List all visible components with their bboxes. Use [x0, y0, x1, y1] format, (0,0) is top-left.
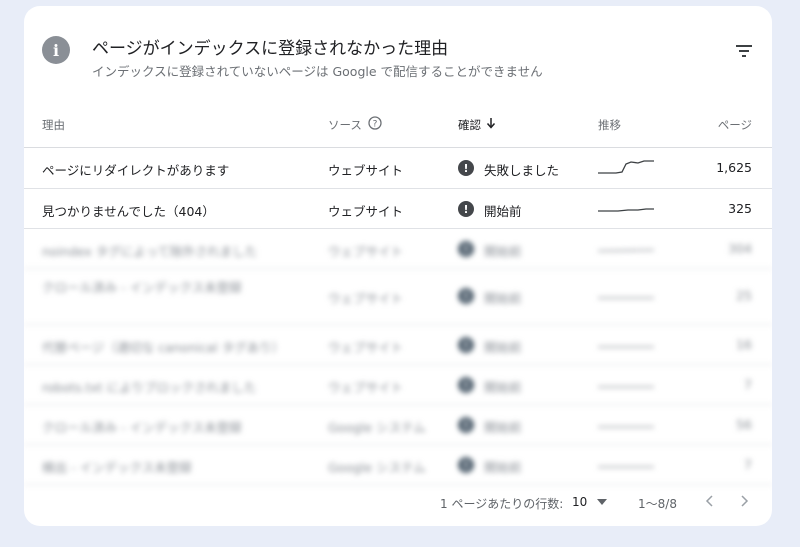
row-pages: 7 — [744, 457, 752, 472]
row-pages: 325 — [728, 201, 752, 216]
trend-sparkline — [598, 160, 654, 174]
row-reason: クロール済み - インデックス未登録 — [42, 280, 242, 295]
row-source: ウェブサイト — [328, 291, 404, 306]
row-source: ウェブサイト — [328, 340, 404, 355]
table-row[interactable]: クロール済み - インデックス未登録 ウェブサイト ! 開始前 25 — [24, 269, 772, 325]
chevron-left-icon[interactable] — [704, 494, 716, 508]
trend-sparkline — [598, 346, 654, 348]
trend-sparkline — [598, 249, 654, 252]
card-title: ページがインデックスに登録されなかった理由 — [92, 39, 449, 59]
row-pages: 7 — [744, 377, 752, 392]
row-pages: 25 — [736, 288, 752, 303]
error-icon: ! — [458, 457, 474, 473]
row-status: 失敗しました — [484, 163, 560, 178]
row-pages: 16 — [736, 337, 752, 352]
row-status: 開始前 — [484, 460, 522, 475]
row-status: 開始前 — [484, 244, 522, 259]
column-reason[interactable]: 理由 — [42, 117, 65, 133]
row-reason: noindex タグによって除外されました — [42, 244, 258, 259]
error-icon: ! — [458, 417, 474, 433]
row-status: 開始前 — [484, 420, 522, 435]
table-row[interactable]: 代替ページ（適切な canonical タグあり） ウェブサイト ! 開始前 1… — [24, 325, 772, 365]
not-indexed-reasons-card: i ページがインデックスに登録されなかった理由 インデックスに登録されていないペ… — [24, 6, 772, 526]
table-header: 理由 ソース ? 確認 推移 ページ — [24, 98, 772, 148]
filter-icon[interactable] — [736, 44, 752, 58]
error-icon: ! — [458, 337, 474, 353]
row-source: ウェブサイト — [328, 204, 404, 219]
trend-sparkline — [598, 208, 654, 212]
info-icon: i — [42, 36, 70, 64]
table-row[interactable]: 見つかりませんでした（404） ウェブサイト ! 開始前 325 — [24, 189, 772, 229]
error-icon: ! — [458, 288, 474, 304]
row-status: 開始前 — [484, 291, 522, 306]
dropdown-icon[interactable] — [597, 499, 607, 505]
row-source: ウェブサイト — [328, 163, 404, 178]
svg-text:?: ? — [373, 120, 378, 130]
row-status: 開始前 — [484, 380, 522, 395]
row-reason: 検出 - インデックス未登録 — [42, 460, 192, 475]
row-reason: クロール済み - インデックス未登録 — [42, 420, 242, 435]
chevron-right-icon[interactable] — [738, 494, 750, 508]
trend-sparkline — [598, 426, 654, 428]
row-source: Google システム — [328, 460, 426, 475]
column-check[interactable]: 確認 — [458, 117, 481, 133]
error-icon: ! — [458, 160, 474, 176]
rows-per-page-select[interactable]: 10 — [572, 495, 587, 509]
table-body: ページにリダイレクトがあります ウェブサイト ! 失敗しました 1,625 見つ… — [24, 148, 772, 485]
row-pages: 56 — [736, 417, 752, 432]
row-pages: 1,625 — [716, 160, 752, 175]
column-trend[interactable]: 推移 — [598, 117, 621, 133]
row-reason: 代替ページ（適切な canonical タグあり） — [42, 340, 285, 355]
trend-sparkline — [598, 466, 654, 468]
row-source: ウェブサイト — [328, 380, 404, 395]
column-source[interactable]: ソース — [328, 117, 362, 133]
arrow-down-icon[interactable] — [486, 117, 496, 129]
rows-per-page-label: 1 ページあたりの行数: — [440, 497, 564, 511]
card-subtitle: インデックスに登録されていないページは Google で配信することができません — [92, 64, 543, 79]
error-icon: ! — [458, 241, 474, 257]
card-header: i ページがインデックスに登録されなかった理由 インデックスに登録されていないペ… — [24, 6, 772, 98]
error-icon: ! — [458, 377, 474, 393]
help-icon[interactable]: ? — [368, 116, 382, 130]
row-reason: ページにリダイレクトがあります — [42, 163, 230, 178]
trend-sparkline — [598, 297, 654, 299]
table-row[interactable]: クロール済み - インデックス未登録 Google システム ! 開始前 56 — [24, 405, 772, 445]
row-status: 開始前 — [484, 204, 522, 219]
trend-sparkline — [598, 386, 654, 388]
table-row[interactable]: noindex タグによって除外されました ウェブサイト ! 開始前 304 — [24, 229, 772, 269]
table-pagination: 1 ページあたりの行数: 10 1〜8/8 — [24, 479, 772, 526]
table-row[interactable]: ページにリダイレクトがあります ウェブサイト ! 失敗しました 1,625 — [24, 148, 772, 189]
row-source: ウェブサイト — [328, 244, 404, 259]
table-row[interactable]: robots.txt によりブロックされました ウェブサイト ! 開始前 7 — [24, 365, 772, 405]
error-icon: ! — [458, 201, 474, 217]
row-source: Google システム — [328, 420, 426, 435]
row-pages: 304 — [728, 241, 752, 256]
row-reason: 見つかりませんでした（404） — [42, 204, 215, 219]
column-pages[interactable]: ページ — [718, 117, 752, 133]
row-reason: robots.txt によりブロックされました — [42, 380, 257, 395]
page-range: 1〜8/8 — [638, 497, 677, 511]
row-status: 開始前 — [484, 340, 522, 355]
